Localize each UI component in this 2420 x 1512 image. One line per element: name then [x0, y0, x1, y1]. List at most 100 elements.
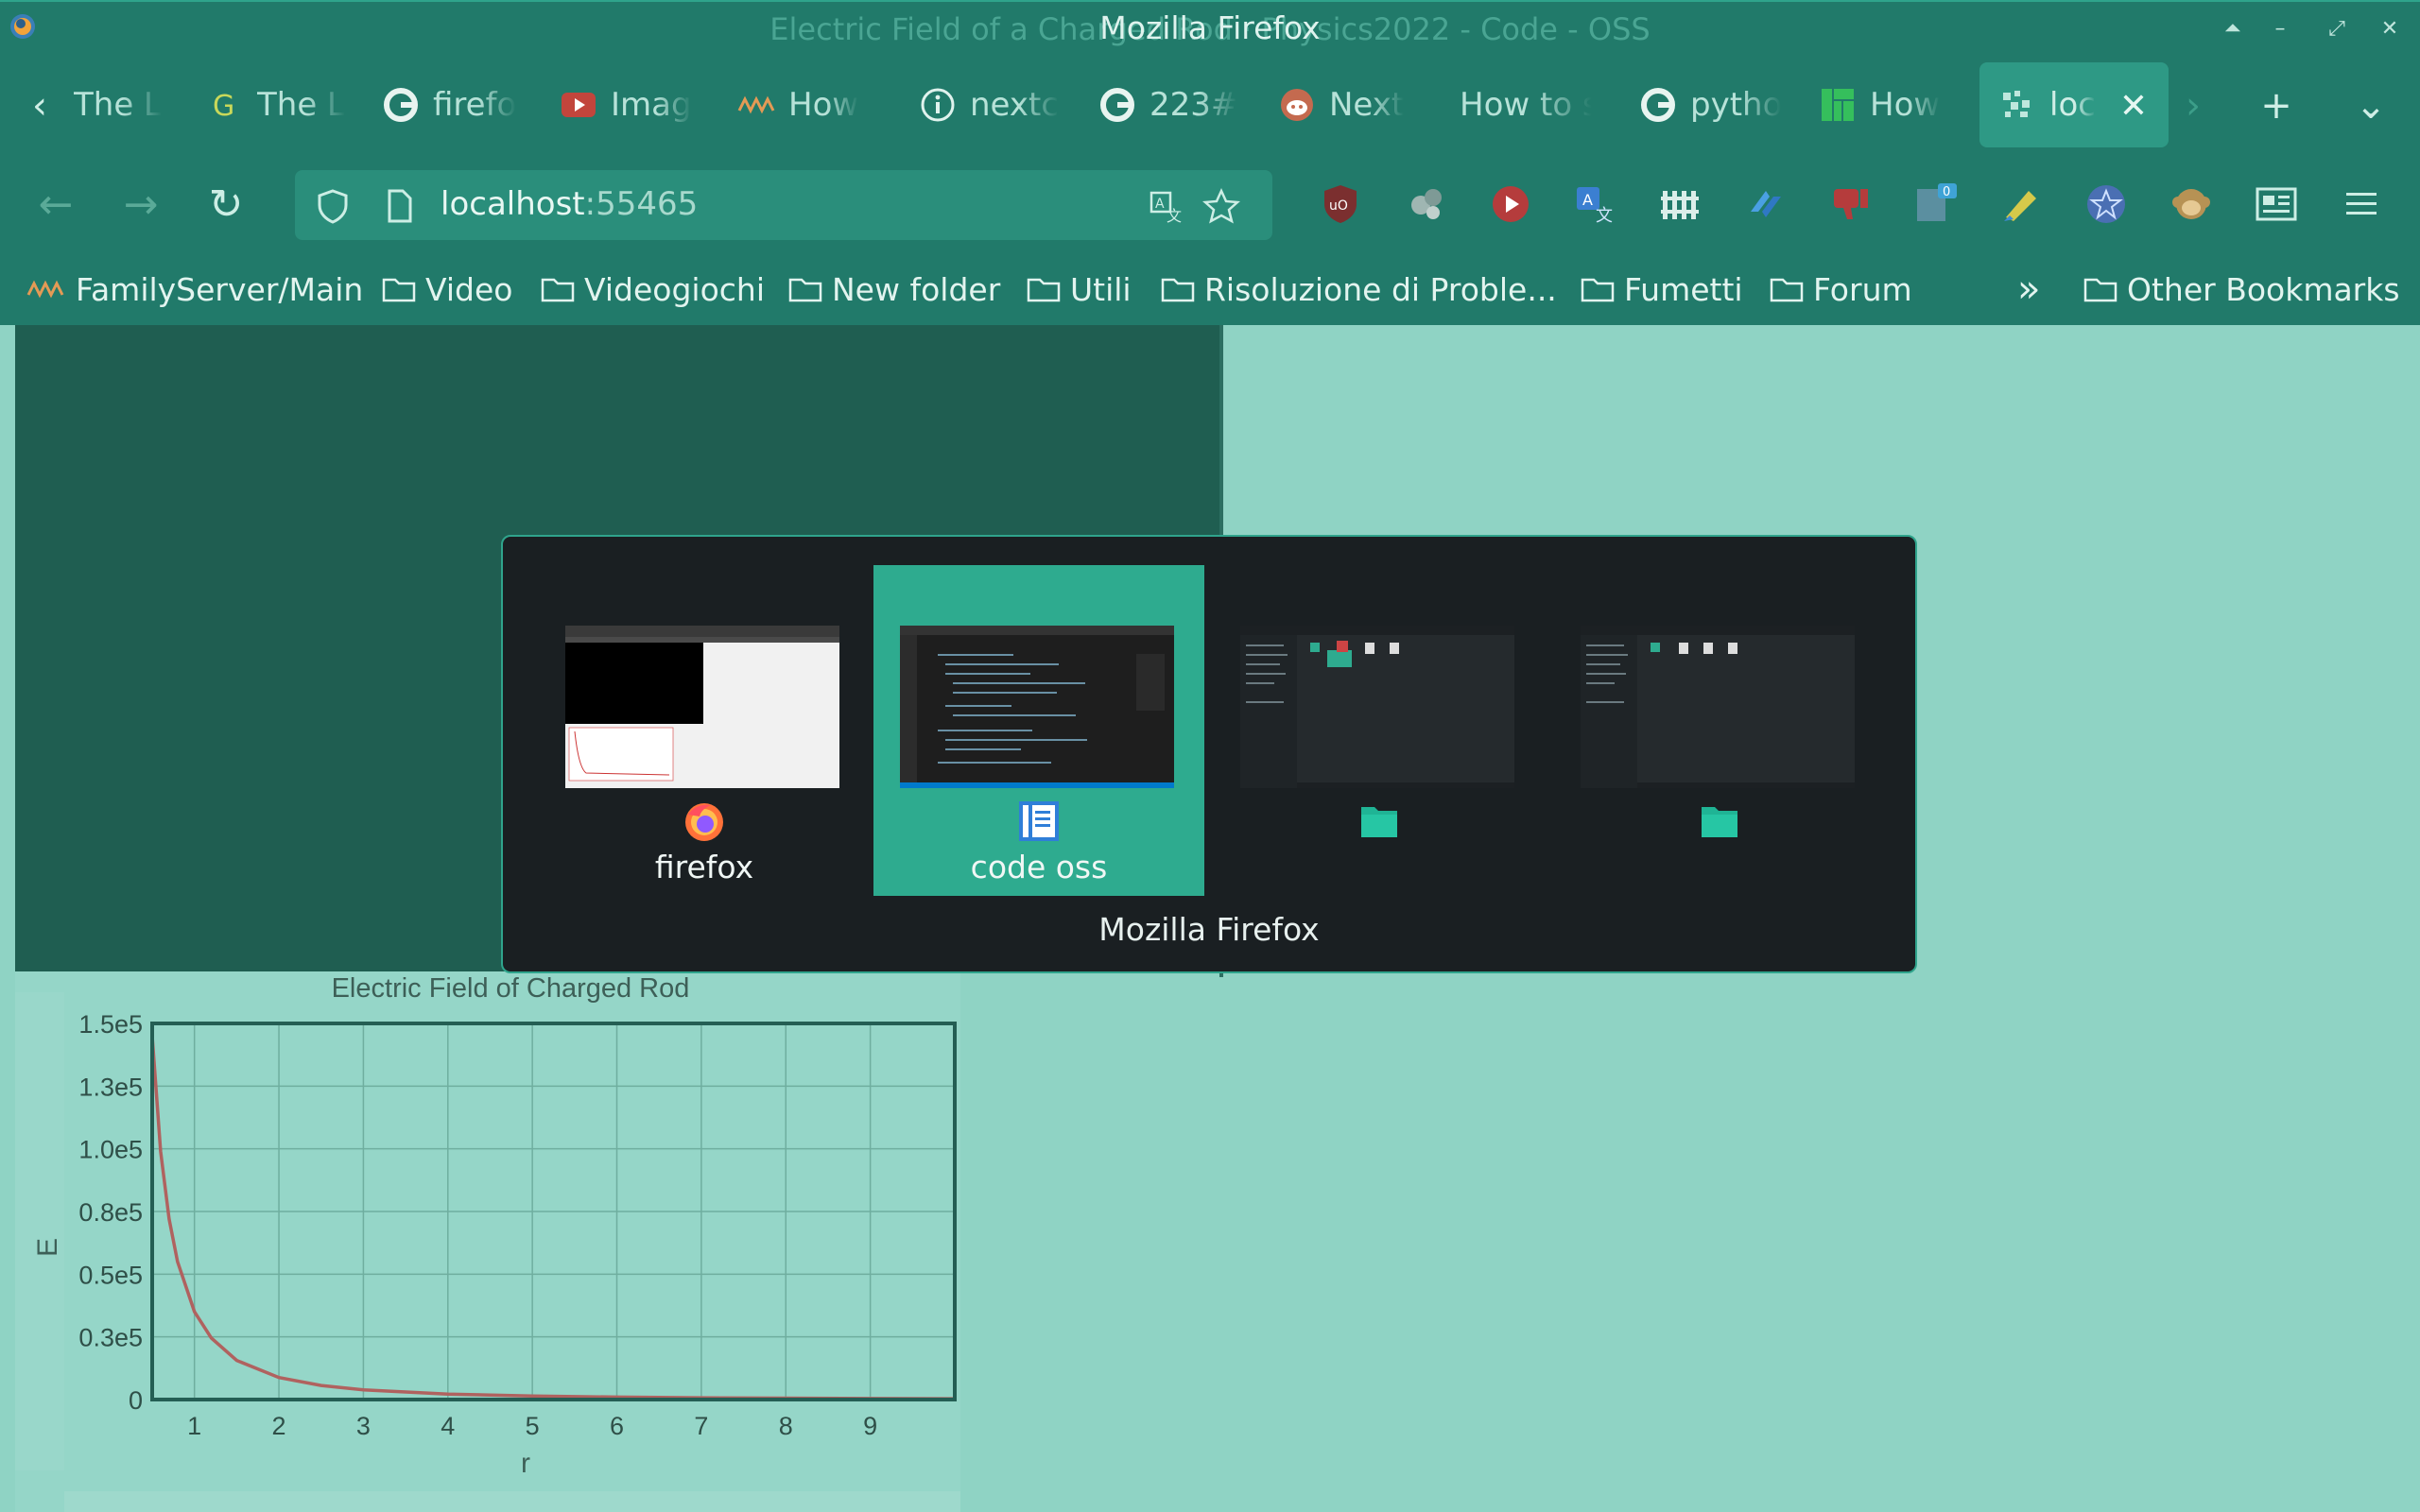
- tab-label: The L: [257, 86, 345, 124]
- switcher-item-file-manager[interactable]: [1554, 565, 1885, 896]
- svg-text:文: 文: [1596, 206, 1613, 225]
- chart-left-band: [15, 992, 64, 1470]
- bookmark-folder[interactable]: New folder: [788, 268, 1000, 310]
- hamburger-menu-icon[interactable]: [2337, 180, 2386, 229]
- google-icon: [1098, 86, 1136, 124]
- scroll-tabs-left-button[interactable]: ‹: [17, 83, 62, 129]
- tab-item[interactable]: pytho: [1639, 62, 1781, 147]
- maximize-button[interactable]: ⤢: [2318, 11, 2356, 47]
- tab-item[interactable]: 223#: [1098, 62, 1240, 147]
- nextcloud-icon: [737, 86, 775, 124]
- highlighter-extension-icon[interactable]: [1996, 180, 2046, 229]
- switcher-item-firefox[interactable]: firefox: [539, 565, 870, 896]
- tab-item[interactable]: firefo: [382, 62, 524, 147]
- tab-label: How: [1870, 86, 1941, 124]
- switcher-item-label: firefox: [654, 849, 754, 885]
- translate-extension-icon[interactable]: A文: [1571, 180, 1620, 229]
- bookmark-folder[interactable]: Video: [382, 268, 512, 310]
- forward-button[interactable]: →: [117, 181, 164, 229]
- new-tab-button[interactable]: +: [2254, 83, 2299, 129]
- notes-extension-icon[interactable]: 0: [1911, 180, 1961, 229]
- url-host: localhost: [441, 185, 585, 223]
- navigation-toolbar: ← → ↻ localhost:55465 A文 uO A文 0: [0, 155, 2420, 253]
- tab-item[interactable]: How: [737, 62, 879, 147]
- folder-icon: [788, 278, 822, 302]
- x-tick-label: 3: [356, 1412, 371, 1440]
- bookmark-folder[interactable]: Videogiochi: [541, 268, 765, 310]
- switcher-item-file-manager[interactable]: [1214, 565, 1545, 896]
- shield-icon[interactable]: [314, 187, 352, 225]
- x-tick-label: 9: [863, 1412, 877, 1440]
- other-bookmarks-folder[interactable]: Other Bookmarks: [2083, 268, 2400, 310]
- window-thumbnail: [1240, 626, 1514, 788]
- x-axis-label: r: [521, 1448, 530, 1479]
- bookmark-label: Other Bookmarks: [2127, 270, 2400, 308]
- x-tick-label: 8: [779, 1412, 793, 1440]
- folder-icon: [1027, 278, 1061, 302]
- reload-button[interactable]: ↻: [202, 181, 250, 229]
- extension-badge-count: 0: [1943, 185, 1950, 199]
- switcher-item-code-oss[interactable]: code oss: [873, 565, 1204, 896]
- bookmark-label: Video: [425, 270, 513, 308]
- monkey-extension-icon[interactable]: [2167, 180, 2216, 229]
- more-bookmarks-chevron-icon[interactable]: »: [2017, 267, 2040, 311]
- bookmark-star-icon[interactable]: [1202, 187, 1240, 225]
- reader-view-icon[interactable]: [2252, 180, 2301, 229]
- translate-icon[interactable]: A文: [1148, 187, 1185, 225]
- reddit-icon: [1278, 86, 1316, 124]
- tab-item[interactable]: Next: [1278, 62, 1420, 147]
- tab-item[interactable]: The L: [74, 62, 187, 147]
- y-axis-label: E: [32, 1238, 63, 1257]
- chart-svg: Electric Field of Charged Rod 0 0.3e5 0.5e…: [15, 971, 960, 1512]
- youtube-extension-icon[interactable]: [1486, 180, 1535, 229]
- list-all-tabs-button[interactable]: ⌄: [2348, 83, 2394, 129]
- bookmark-label: Utili: [1070, 270, 1132, 308]
- g-icon: G: [206, 86, 244, 124]
- bookmark-folder[interactable]: Forum: [1770, 268, 1912, 310]
- chart-background: [15, 971, 960, 1512]
- tab-label: How to s: [1460, 86, 1592, 124]
- tab-item[interactable]: G The L: [206, 62, 357, 147]
- minimize-button[interactable]: –: [2261, 11, 2299, 47]
- bookmark-label: FamilyServer/Main: [76, 270, 364, 308]
- close-window-button[interactable]: ✕: [2371, 11, 2409, 47]
- bookmark-folder[interactable]: Fumetti: [1581, 268, 1743, 310]
- tab-item[interactable]: nextc: [919, 62, 1061, 147]
- tab-item[interactable]: Imag: [560, 62, 701, 147]
- y-tick-label: 1.0e5: [78, 1136, 143, 1164]
- star-extension-icon[interactable]: [2082, 180, 2131, 229]
- bookmark-folder[interactable]: Utili: [1027, 268, 1132, 310]
- chart-title: Electric Field of Charged Rod: [332, 973, 690, 1004]
- folder-icon: [541, 278, 575, 302]
- bookmark-folder[interactable]: Risoluzione di Proble...: [1161, 268, 1557, 310]
- folder-icon: [1581, 278, 1615, 302]
- nextcloud-icon: [26, 280, 64, 299]
- back-button[interactable]: ←: [32, 181, 79, 229]
- fence-extension-icon[interactable]: [1656, 180, 1705, 229]
- window-thumbnail: [565, 626, 839, 788]
- ublock-icon[interactable]: uO: [1316, 180, 1365, 229]
- tab-item[interactable]: How to s: [1460, 62, 1592, 147]
- folder-icon: [1361, 807, 1397, 837]
- page-icon[interactable]: [380, 187, 418, 225]
- folder-icon: [2083, 278, 2118, 302]
- tab-label: nextc: [970, 86, 1060, 124]
- keep-above-button[interactable]: ⏶: [2214, 11, 2252, 47]
- scroll-tabs-right-button[interactable]: ›: [2170, 83, 2216, 129]
- close-tab-icon[interactable]: ✕: [2119, 87, 2148, 126]
- tab-item-active[interactable]: loc ✕: [1979, 62, 2169, 147]
- tab-label: firefo: [433, 86, 517, 124]
- url-text[interactable]: localhost:55465: [441, 185, 698, 223]
- tab-item[interactable]: How: [1819, 62, 1951, 147]
- arrows-extension-icon[interactable]: [1741, 180, 1790, 229]
- bubbles-extension-icon[interactable]: [1403, 180, 1452, 229]
- tab-label: loc: [2049, 86, 2096, 124]
- firefox-icon: [685, 803, 723, 841]
- bookmark-item[interactable]: FamilyServer/Main: [26, 268, 363, 310]
- folder-icon: [1161, 278, 1195, 302]
- dislike-extension-icon[interactable]: [1826, 180, 1876, 229]
- bookmark-label: Fumetti: [1624, 270, 1743, 308]
- url-bar[interactable]: localhost:55465 A文: [295, 170, 1272, 240]
- tab-label: 223#: [1150, 86, 1238, 124]
- x-tick-label: 5: [526, 1412, 540, 1440]
